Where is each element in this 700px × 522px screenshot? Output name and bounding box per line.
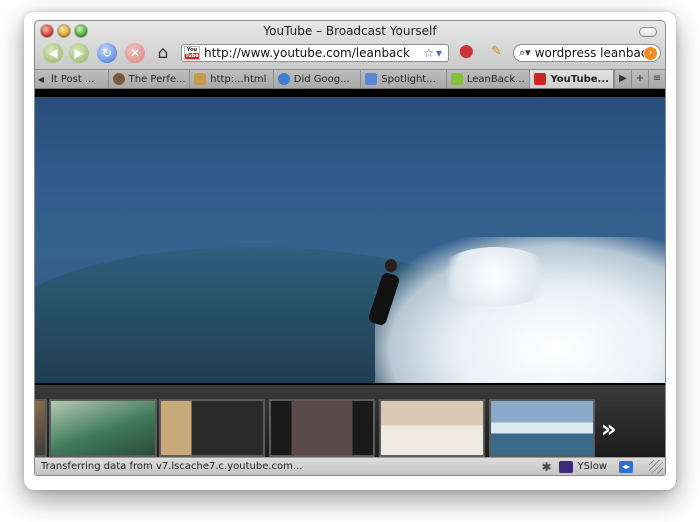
home-icon: ⌂	[157, 43, 169, 63]
browser-window: YouTube – Broadcast Yourself ◀ ▶ ↻ ✕ ⌂ Y…	[34, 20, 666, 476]
tab-label: YouTube...	[550, 73, 609, 85]
tab-3[interactable]: http:...html	[190, 70, 274, 88]
video-player[interactable]	[35, 97, 665, 383]
tab-list-icon[interactable]: ≡	[648, 70, 665, 88]
stop-button[interactable]: ✕	[125, 43, 145, 63]
back-arrow-icon: ◀	[48, 46, 58, 60]
reload-button[interactable]: ↻	[97, 43, 117, 63]
page-content: »	[35, 89, 665, 459]
tab-label: http:...html	[210, 73, 267, 85]
broom-icon[interactable]: ✎	[491, 44, 502, 59]
calendar-favicon-icon	[365, 73, 378, 85]
yslow-icon[interactable]	[559, 460, 574, 473]
addon-icon[interactable]: ◂▸	[619, 460, 633, 473]
video-thumbnail[interactable]	[35, 399, 47, 457]
bookmark-star-icon[interactable]: ☆	[423, 46, 436, 60]
tab-1[interactable]: lt Post ...	[47, 70, 109, 88]
toolbar-area: YouTube – Broadcast Yourself ◀ ▶ ↻ ✕ ⌂ Y…	[35, 21, 665, 69]
leanback-favicon-icon	[450, 73, 463, 85]
thumbnail-strip: »	[35, 385, 665, 459]
globe-favicon-icon	[277, 73, 290, 85]
tab-2[interactable]: The Perfe...	[109, 70, 191, 88]
status-text: Transferring data from v7.lscache7.c.you…	[41, 461, 303, 472]
reload-icon: ↻	[101, 46, 113, 60]
search-input[interactable]: wordpress leanback	[535, 46, 644, 60]
window-title: YouTube – Broadcast Yourself	[263, 24, 437, 38]
video-thumbnail[interactable]	[489, 399, 595, 457]
tab-label: LeanBack...	[466, 73, 525, 85]
history-dropdown-icon[interactable]: ▾	[436, 46, 444, 60]
video-thumbnail[interactable]	[269, 399, 375, 457]
extension-icon[interactable]: ⬤	[459, 44, 474, 59]
video-thumbnail[interactable]	[159, 399, 265, 457]
youtube-favicon: You Tube	[184, 46, 200, 60]
new-tab-icon[interactable]: +	[631, 70, 648, 88]
url-bar[interactable]: You Tube http://www.youtube.com/leanback …	[181, 44, 449, 62]
yslow-label[interactable]: YSlow	[577, 461, 607, 472]
search-icon[interactable]: ⌕▾	[519, 46, 531, 60]
forward-arrow-icon: ▶	[74, 46, 84, 60]
tab-label: The Perfe...	[128, 73, 186, 85]
back-button[interactable]: ◀	[43, 43, 63, 63]
forward-button[interactable]: ▶	[69, 43, 89, 63]
search-box[interactable]: ⌕▾ wordpress leanback ›	[513, 44, 661, 62]
url-text[interactable]: http://www.youtube.com/leanback	[204, 46, 423, 60]
tab-strip: ◀ lt Post ... The Perfe... http:...html …	[35, 69, 665, 89]
tab-label: Did Goog...	[293, 73, 350, 85]
status-bar: Transferring data from v7.lscache7.c.you…	[35, 457, 665, 475]
video-thumbnail[interactable]	[49, 399, 157, 457]
tab-scroll-right-icon[interactable]: ▶	[614, 70, 631, 88]
tab-4[interactable]: Did Goog...	[274, 70, 362, 88]
tab-label: lt Post ...	[50, 73, 95, 85]
next-videos-icon[interactable]: »	[601, 415, 617, 443]
tab-youtube-active[interactable]: YouTube...	[530, 70, 614, 88]
video-thumbnail[interactable]	[379, 399, 485, 457]
avatar-favicon-icon	[112, 73, 125, 85]
wave-crest	[435, 247, 555, 307]
tab-6[interactable]: LeanBack...	[447, 70, 531, 88]
image-favicon-icon	[194, 73, 207, 85]
youtube-favicon-icon	[534, 73, 547, 85]
tab-scroll-left-icon[interactable]: ◀	[35, 70, 47, 88]
tab-5[interactable]: Spotlight...	[361, 70, 447, 88]
home-button[interactable]: ⌂	[153, 43, 173, 63]
tab-label: Spotlight...	[381, 73, 436, 85]
firebug-icon[interactable]: ✱	[539, 460, 553, 474]
search-go-icon[interactable]: ›	[644, 46, 657, 60]
toolbar-toggle-button[interactable]	[639, 27, 657, 37]
resize-grip-icon[interactable]	[649, 459, 663, 474]
stop-icon: ✕	[129, 46, 141, 60]
surfer-head	[385, 259, 397, 272]
